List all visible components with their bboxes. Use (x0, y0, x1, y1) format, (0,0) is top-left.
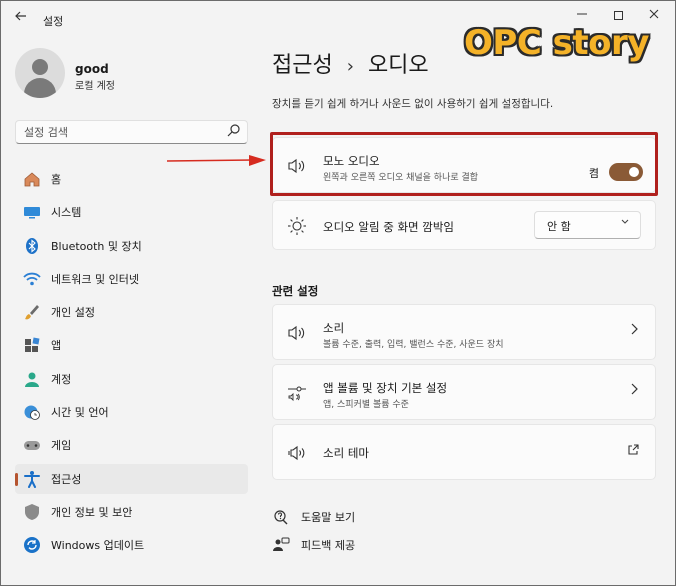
settings-window: 설정 good 로컬 계정 홈 시스템 (0, 0, 676, 586)
sidebar-item-label: 시간 및 언어 (51, 406, 109, 420)
sidebar-item-time-language[interactable]: 시간 및 언어 (15, 397, 248, 427)
sidebar-item-accounts[interactable]: 계정 (15, 364, 248, 394)
apps-icon (23, 336, 41, 354)
highlight-annotation (270, 132, 658, 196)
sidebar-nav: 홈 시스템 Bluetooth 및 장치 네트워크 및 인터넷 개인 설정 앱 … (15, 164, 248, 564)
sound-subtitle: 볼륨 수준, 출력, 입력, 밸런스 수준, 사운드 장치 (323, 340, 504, 350)
chevron-down-icon (620, 217, 630, 230)
chevron-right-icon (629, 322, 639, 340)
related-settings-heading: 관련 설정 (272, 284, 319, 298)
help-icon (272, 508, 290, 526)
user-name: good (75, 62, 109, 76)
sound-title: 소리 (323, 321, 345, 335)
avatar[interactable] (15, 48, 65, 98)
wifi-icon (23, 270, 41, 288)
flash-screen-title: 오디오 알림 중 화면 깜박임 (323, 220, 455, 234)
sidebar-item-label: Bluetooth 및 장치 (51, 239, 142, 253)
search-box[interactable] (15, 120, 248, 144)
sidebar-item-network[interactable]: 네트워크 및 인터넷 (15, 264, 248, 294)
sidebar-item-label: Windows 업데이트 (51, 539, 145, 553)
sidebar-item-apps[interactable]: 앱 (15, 330, 248, 360)
get-help-label: 도움말 보기 (301, 511, 356, 524)
feedback-icon (272, 536, 290, 554)
sidebar-item-system[interactable]: 시스템 (15, 197, 248, 227)
sidebar-item-label: 계정 (51, 372, 72, 386)
breadcrumb-separator: › (346, 56, 354, 77)
app-title: 설정 (43, 15, 64, 28)
gamepad-icon (23, 436, 41, 454)
sidebar-item-accessibility[interactable]: 접근성 (15, 463, 248, 494)
home-icon (23, 170, 41, 188)
dropdown-value: 안 함 (547, 220, 571, 233)
sidebar-item-label: 네트워크 및 인터넷 (51, 272, 139, 286)
sound-theme-card[interactable]: 소리 테마 (272, 424, 656, 480)
app-volume-card[interactable]: 앱 볼륨 및 장치 기본 설정 앱, 스피커별 볼륨 수준 (272, 364, 656, 420)
give-feedback-link[interactable]: 피드백 제공 (272, 536, 355, 554)
accessibility-icon (23, 470, 41, 488)
page-title: 오디오 (367, 53, 429, 78)
sidebar-item-personalization[interactable]: 개인 설정 (15, 297, 248, 327)
sidebar-item-home[interactable]: 홈 (15, 164, 248, 194)
sidebar-item-label: 개인 정보 및 보안 (51, 505, 133, 519)
breadcrumb: 접근성 › 오디오 (272, 47, 429, 79)
sidebar-item-label: 개인 설정 (51, 306, 95, 320)
annotation-arrow-icon (167, 155, 266, 166)
search-input[interactable] (24, 121, 214, 143)
sidebar-item-label: 시스템 (51, 206, 82, 220)
sidebar-item-label: 홈 (51, 173, 62, 186)
sound-theme-icon (287, 443, 307, 463)
watermark-logo: OPC story (464, 23, 649, 63)
get-help-link[interactable]: 도움말 보기 (272, 508, 355, 526)
breadcrumb-parent[interactable]: 접근성 (272, 53, 333, 78)
sidebar-item-label: 접근성 (51, 472, 82, 486)
sound-theme-title: 소리 테마 (323, 446, 369, 460)
brush-icon (23, 303, 41, 321)
give-feedback-label: 피드백 제공 (301, 539, 356, 552)
back-arrow-icon[interactable] (11, 9, 31, 29)
external-link-icon (627, 444, 639, 460)
speaker-icon (287, 323, 307, 343)
search-icon[interactable] (225, 123, 241, 139)
flash-screen-dropdown[interactable]: 안 함 (534, 211, 641, 239)
app-volume-title: 앱 볼륨 및 장치 기본 설정 (323, 381, 448, 395)
monitor-icon (23, 203, 41, 221)
shield-icon (23, 503, 41, 521)
update-icon (23, 536, 41, 554)
sidebar-item-label: 앱 (51, 339, 62, 353)
account-type: 로컬 계정 (75, 81, 115, 92)
mixer-icon (287, 383, 307, 403)
chevron-right-icon (629, 382, 639, 400)
sidebar-item-label: 게임 (51, 439, 72, 453)
page-description: 장치를 듣기 쉽게 하거나 사운드 없이 사용하기 쉽게 설정합니다. (272, 98, 554, 110)
sidebar-item-bluetooth[interactable]: Bluetooth 및 장치 (15, 231, 248, 261)
flash-screen-card: 오디오 알림 중 화면 깜박임 안 함 (272, 200, 656, 250)
sidebar-item-privacy[interactable]: 개인 정보 및 보안 (15, 497, 248, 527)
sidebar-item-gaming[interactable]: 게임 (15, 430, 248, 460)
bluetooth-icon (23, 237, 41, 255)
globe-clock-icon (23, 403, 41, 421)
brightness-icon (287, 216, 307, 236)
sidebar-item-windows-update[interactable]: Windows 업데이트 (15, 530, 248, 560)
app-volume-subtitle: 앱, 스피커별 볼륨 수준 (323, 400, 409, 410)
person-icon (23, 370, 41, 388)
sound-card[interactable]: 소리 볼륨 수준, 출력, 입력, 밸런스 수준, 사운드 장치 (272, 304, 656, 360)
